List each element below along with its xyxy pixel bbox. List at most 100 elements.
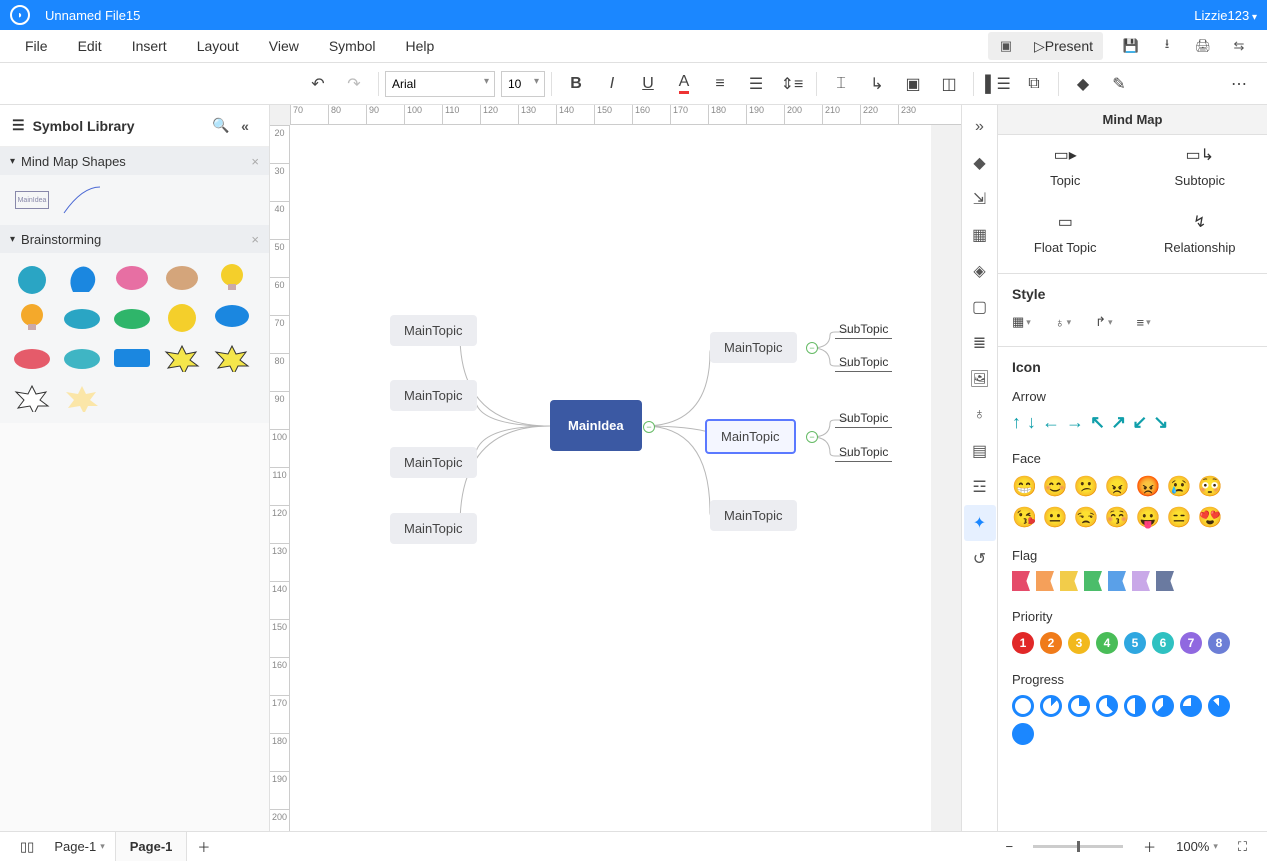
bold-button[interactable]: B (558, 66, 594, 102)
shape-speech-1[interactable] (210, 301, 254, 335)
progress-icon[interactable] (1208, 695, 1230, 717)
flag-icon[interactable] (1012, 571, 1030, 591)
priority-badge[interactable]: 2 (1040, 632, 1062, 654)
priority-badge[interactable]: 1 (1012, 632, 1034, 654)
node-subtopic[interactable]: SubTopic (835, 411, 892, 428)
zoom-out-button[interactable]: − (996, 839, 1024, 854)
face-icon[interactable]: 😒 (1074, 505, 1099, 530)
node-subtopic[interactable]: SubTopic (835, 322, 892, 339)
close-section-icon[interactable]: × (251, 232, 259, 247)
arrow-right-icon[interactable]: → (1066, 412, 1084, 433)
face-icon[interactable]: 😠 (1105, 474, 1130, 499)
face-icon[interactable]: 😍 (1197, 505, 1222, 530)
shape-burst-2[interactable] (210, 341, 254, 375)
node-main-topic[interactable]: MainTopic (390, 447, 477, 478)
shape-rect-blue[interactable] (110, 341, 154, 375)
face-icon[interactable]: 😘 (1012, 505, 1037, 530)
theme-icon[interactable]: ◆ (964, 145, 996, 181)
canvas-page[interactable]: MainIdea − MainTopic MainTopic MainTopic… (290, 125, 931, 831)
node-main-topic[interactable]: MainTopic (390, 315, 477, 346)
save-icon[interactable]: 💾 (1113, 32, 1149, 60)
align-vertical-button[interactable]: ☰ (738, 66, 774, 102)
close-section-icon[interactable]: × (251, 154, 259, 169)
flag-icon[interactable] (1084, 571, 1102, 591)
shape-bulb-yellow[interactable] (210, 261, 254, 295)
sitemap-icon[interactable]: ♁ (964, 397, 996, 433)
page-layout-icon[interactable]: ▯▯ (10, 839, 44, 855)
node-main-topic[interactable]: MainTopic (390, 380, 477, 411)
menu-file[interactable]: File (10, 30, 63, 62)
data-icon[interactable]: ≣ (964, 325, 996, 361)
action-relationship[interactable]: ↯Relationship (1133, 202, 1267, 269)
shape-cloud-1[interactable] (60, 301, 104, 335)
face-icon[interactable]: 😳 (1197, 474, 1222, 499)
apps-icon[interactable]: ▦ (964, 217, 996, 253)
shape-brain-head-1[interactable] (10, 261, 54, 295)
text-box-button[interactable]: ⌶ (823, 66, 859, 102)
container-button[interactable]: ◫ (931, 66, 967, 102)
progress-icon[interactable] (1180, 695, 1202, 717)
section-mind-map-shapes[interactable]: ▾Mind Map Shapes × (0, 147, 269, 175)
priority-badge[interactable]: 4 (1096, 632, 1118, 654)
layers-icon[interactable]: ◈ (964, 253, 996, 289)
arrow-up-right-icon[interactable]: ↗ (1111, 412, 1126, 433)
group-button[interactable]: ⧉ (1016, 66, 1052, 102)
collapse-panel-icon[interactable]: « (233, 118, 257, 134)
font-size-select[interactable]: 10 (501, 71, 545, 97)
arrow-up-left-icon[interactable]: ↖ (1090, 412, 1105, 433)
face-icon[interactable]: 😡 (1136, 474, 1161, 499)
arrow-left-icon[interactable]: ← (1042, 412, 1060, 433)
progress-icon[interactable] (1152, 695, 1174, 717)
align-objects-button[interactable]: ▌☰ (980, 66, 1016, 102)
face-icon[interactable]: 😚 (1105, 505, 1130, 530)
shape-burst-1[interactable] (160, 341, 204, 375)
shape-connector[interactable] (60, 183, 104, 217)
page-selector[interactable]: Page-1 (44, 839, 114, 854)
line-spacing-button[interactable]: ⇕≡ (774, 66, 810, 102)
shape-burst-outline[interactable] (10, 381, 54, 415)
connector-button[interactable]: ↳ (859, 66, 895, 102)
print-icon[interactable]: 🖨 (1185, 32, 1221, 60)
shape-brain-tan[interactable] (160, 261, 204, 295)
zoom-slider[interactable] (1023, 845, 1133, 848)
node-subtopic[interactable]: SubTopic (835, 445, 892, 462)
export-icon[interactable]: ⇲ (964, 181, 996, 217)
node-main-idea[interactable]: MainIdea (550, 400, 642, 451)
arrow-down-left-icon[interactable]: ↙ (1132, 412, 1147, 433)
flag-icon[interactable] (1132, 571, 1150, 591)
face-icon[interactable]: 😁 (1012, 474, 1037, 499)
collapse-toggle-icon[interactable]: − (806, 342, 818, 354)
share-icon[interactable]: ⇆ (1221, 32, 1257, 60)
progress-icon[interactable] (1068, 695, 1090, 717)
style-numbering-option[interactable]: ≡ (1137, 314, 1151, 330)
face-icon[interactable]: 😕 (1074, 474, 1099, 499)
search-icon[interactable]: 🔍 (209, 117, 233, 134)
shape-cloud-2[interactable] (110, 301, 154, 335)
progress-icon[interactable] (1012, 695, 1034, 717)
arrow-down-icon[interactable]: ↓ (1027, 412, 1036, 433)
node-main-topic[interactable]: MainTopic (710, 332, 797, 363)
shape-cloud-red[interactable] (10, 341, 54, 375)
priority-badge[interactable]: 6 (1152, 632, 1174, 654)
collapse-toggle-icon[interactable]: − (643, 421, 655, 433)
priority-badge[interactable]: 7 (1180, 632, 1202, 654)
priority-badge[interactable]: 5 (1124, 632, 1146, 654)
node-main-topic[interactable]: MainTopic (390, 513, 477, 544)
font-family-select[interactable]: Arial (385, 71, 495, 97)
menu-symbol[interactable]: Symbol (314, 30, 391, 62)
menu-help[interactable]: Help (391, 30, 450, 62)
shape-brain-head-2[interactable] (60, 261, 104, 295)
style-branch-option[interactable]: ↱ (1095, 314, 1112, 330)
progress-icon[interactable] (1012, 723, 1034, 745)
progress-icon[interactable] (1040, 695, 1062, 717)
node-main-topic-selected[interactable]: MainTopic (705, 419, 796, 454)
underline-button[interactable]: U (630, 66, 666, 102)
face-icon[interactable]: 😛 (1136, 505, 1161, 530)
shape-smiley[interactable] (160, 301, 204, 335)
picture-icon[interactable]: 🖼 (964, 361, 996, 397)
priority-badge[interactable]: 8 (1208, 632, 1230, 654)
user-menu[interactable]: Lizzie123 (1194, 8, 1257, 23)
page-tab[interactable]: Page-1 (115, 832, 188, 861)
face-icon[interactable]: 😊 (1043, 474, 1068, 499)
menu-insert[interactable]: Insert (117, 30, 182, 62)
